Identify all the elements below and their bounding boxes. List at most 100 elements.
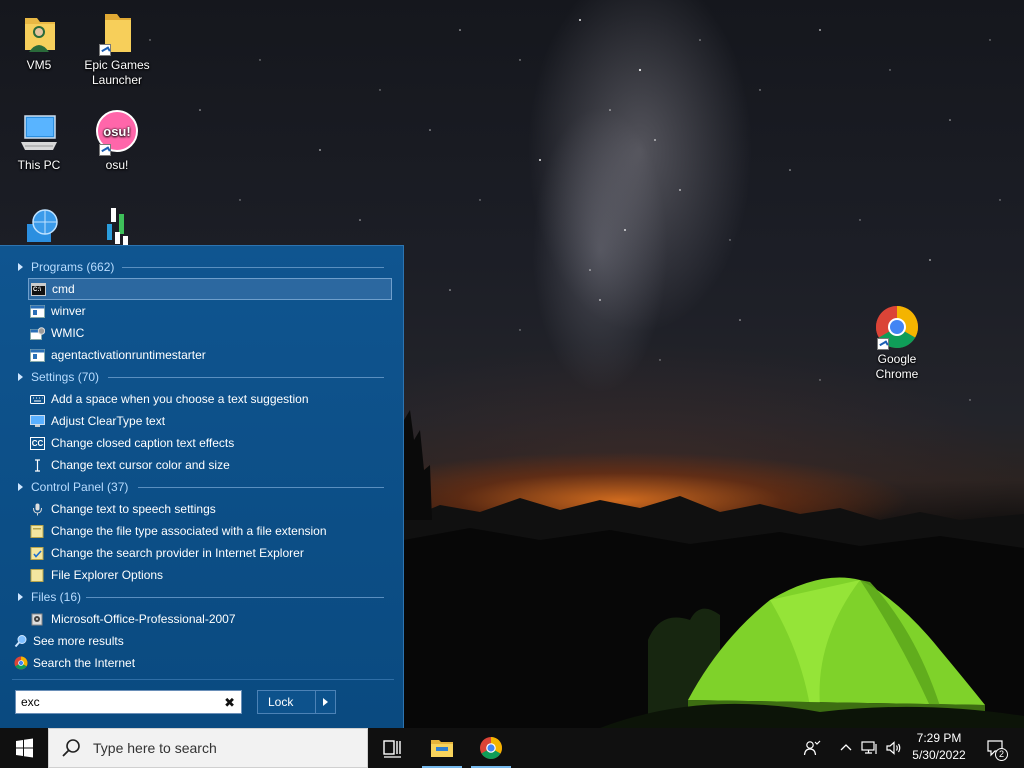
clock-date: 5/30/2022 [912, 748, 966, 762]
search-icon [14, 634, 28, 648]
clock-time: 7:29 PM [916, 731, 962, 745]
desktop-icon-google-chrome[interactable]: Google Chrome [858, 304, 936, 382]
result-label: Change text to speech settings [51, 502, 216, 516]
desktop-icon-label: Epic Games Launcher [84, 58, 150, 87]
task-view-button[interactable] [370, 728, 416, 768]
search-icon [61, 738, 81, 758]
desktop-icon-epic-games-launcher[interactable]: Epic Games Launcher [78, 10, 156, 88]
result-label: winver [51, 304, 86, 318]
taskbar-clock[interactable]: 7:29 PM 5/30/2022 [906, 730, 972, 766]
start-search-input[interactable] [16, 692, 216, 712]
result-item-office-2007[interactable]: Microsoft-Office-Professional-2007 [28, 608, 392, 630]
result-item-wmic[interactable]: WMIC [28, 322, 392, 344]
expand-triangle-icon [18, 483, 23, 491]
folder-options-icon [30, 568, 45, 582]
result-item-adjust-cleartype[interactable]: Adjust ClearType text [28, 410, 392, 432]
file-type-icon [30, 524, 45, 538]
volume-button[interactable] [883, 728, 905, 768]
result-label: WMIC [51, 326, 85, 340]
expand-triangle-icon [18, 263, 23, 271]
result-label: Change closed caption text effects [51, 436, 235, 450]
section-title: Control Panel (37) [31, 480, 129, 494]
network-wired-icon [861, 741, 877, 754]
lock-button-label: Lock [268, 695, 294, 709]
wmic-icon [30, 326, 46, 340]
taskbar-file-explorer[interactable] [419, 728, 465, 768]
result-label: cmd [52, 282, 75, 296]
chrome-icon [14, 656, 28, 670]
result-item-file-explorer-options[interactable]: File Explorer Options [28, 564, 392, 586]
desktop-icon-label: VM5 [26, 58, 52, 72]
people-icon [803, 740, 821, 756]
shortcut-arrow-icon [99, 144, 111, 156]
result-item-file-type-association[interactable]: Change the file type associated with a f… [28, 520, 392, 542]
window-app-icon [30, 348, 45, 362]
footer-divider [12, 679, 394, 680]
chrome-icon [480, 737, 502, 759]
desktop-icon-label: Google Chrome [875, 352, 919, 381]
osu-logo-icon: osu! [93, 110, 141, 156]
taskbar-search-box[interactable]: Type here to search [48, 728, 368, 768]
result-label: Change the file type associated with a f… [51, 524, 327, 538]
result-item-search-provider-ie[interactable]: Change the search provider in Internet E… [28, 542, 392, 564]
taskbar: Type here to search 7:29 PM 5/30/2022 2 [0, 728, 1024, 768]
result-label: agentactivationruntimestarter [51, 348, 206, 362]
network-button[interactable] [858, 728, 882, 768]
section-header-programs[interactable]: Programs (662) [14, 258, 114, 276]
shortcut-arrow-icon [99, 44, 111, 56]
cc-badge-text: CC [31, 438, 44, 448]
power-options-arrow-icon[interactable] [315, 691, 335, 713]
result-item-cmd[interactable]: C:\ cmd [28, 278, 392, 300]
action-center-button[interactable]: 2 [980, 728, 1014, 768]
desktop-icon-label: This PC [17, 158, 61, 172]
computer-icon [15, 110, 63, 156]
installer-icon [30, 613, 45, 626]
result-label: File Explorer Options [51, 568, 164, 582]
cmd-icon: C:\ [31, 282, 46, 296]
monitor-icon [30, 414, 45, 428]
result-label: Change the search provider in Internet E… [51, 546, 304, 560]
start-search-box[interactable]: ✖ [15, 690, 242, 714]
section-title: Files (16) [31, 590, 82, 604]
desktop-icon-this-pc[interactable]: This PC [0, 110, 78, 173]
result-item-agentactivationruntimestarter[interactable]: agentactivationruntimestarter [28, 344, 392, 366]
cmd-icon-text: C:\ [33, 286, 41, 293]
see-more-results-link[interactable]: See more results [14, 631, 124, 651]
result-item-text-cursor-color[interactable]: Change text cursor color and size [28, 454, 392, 476]
clear-search-icon[interactable]: ✖ [224, 695, 235, 711]
desktop-icon-osu[interactable]: osu! osu! [78, 110, 156, 173]
section-header-control-panel[interactable]: Control Panel (37) [14, 478, 128, 496]
show-hidden-icons-button[interactable] [836, 728, 856, 768]
start-button[interactable] [0, 728, 48, 768]
result-item-closed-caption-effects[interactable]: CC Change closed caption text effects [28, 432, 392, 454]
section-header-files[interactable]: Files (16) [14, 588, 81, 606]
desktop-icon-label: osu! [105, 158, 129, 172]
speaker-icon [886, 741, 901, 755]
expand-triangle-icon [18, 373, 23, 381]
link-label: See more results [33, 634, 124, 648]
window-app-icon [30, 304, 45, 318]
osu-badge-text: osu! [103, 124, 130, 139]
result-label: Add a space when you choose a text sugge… [51, 392, 309, 406]
file-explorer-icon [431, 740, 453, 757]
taskbar-google-chrome[interactable] [468, 728, 514, 768]
search-provider-icon [30, 546, 45, 560]
keyboard-icon [30, 393, 45, 406]
search-the-internet-link[interactable]: Search the Internet [14, 653, 135, 673]
result-label: Adjust ClearType text [51, 414, 166, 428]
link-label: Search the Internet [33, 656, 136, 670]
result-label: Change text cursor color and size [51, 458, 230, 472]
shortcut-arrow-icon [877, 338, 889, 350]
chrome-icon [873, 304, 921, 350]
section-header-settings[interactable]: Settings (70) [14, 368, 99, 386]
result-item-text-to-speech[interactable]: Change text to speech settings [28, 498, 392, 520]
taskbar-search-placeholder: Type here to search [93, 740, 217, 756]
expand-triangle-icon [18, 593, 23, 601]
text-cursor-icon [30, 458, 45, 472]
section-title: Settings (70) [31, 370, 100, 384]
lock-button[interactable]: Lock [257, 690, 336, 714]
result-item-winver[interactable]: winver [28, 300, 392, 322]
people-button[interactable] [798, 728, 826, 768]
result-item-add-space-suggestion[interactable]: Add a space when you choose a text sugge… [28, 388, 392, 410]
desktop-icon-vm5[interactable]: VM5 [0, 10, 78, 73]
